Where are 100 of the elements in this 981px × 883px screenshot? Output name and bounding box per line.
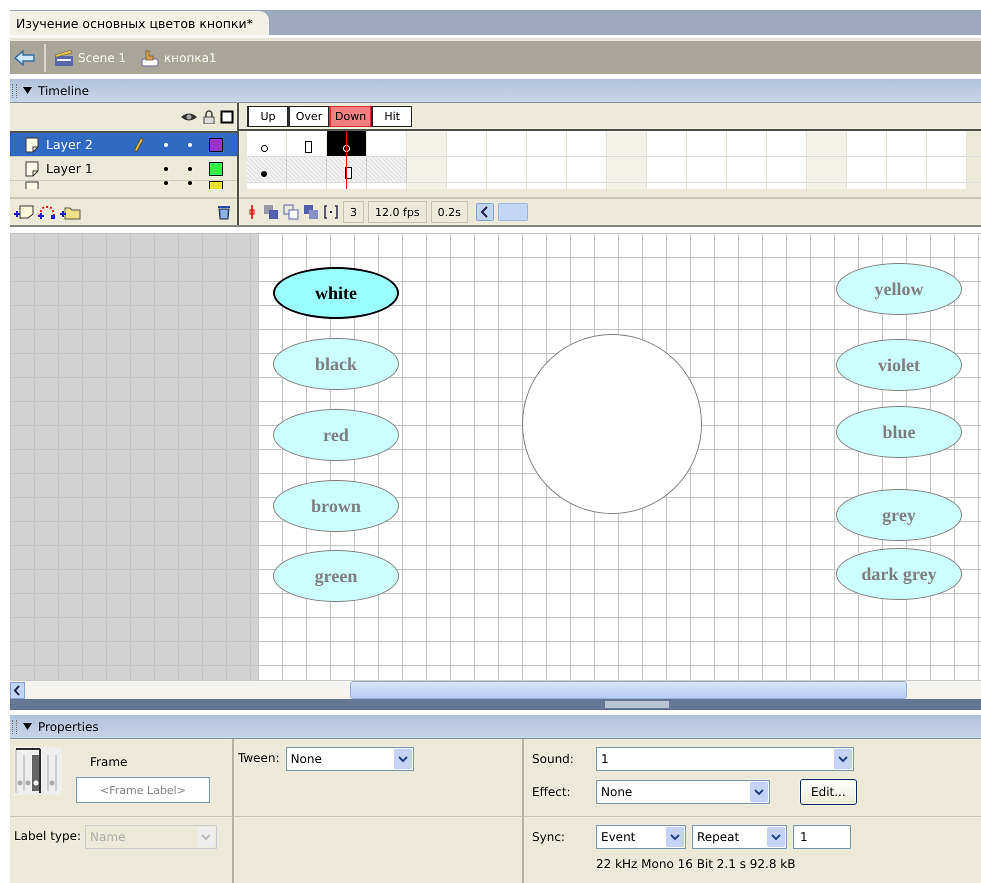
- frame-state-label[interactable]: Hit: [371, 106, 412, 126]
- frame-cell[interactable]: [887, 157, 927, 182]
- layer-name: Layer 1: [46, 161, 94, 176]
- frame-cell[interactable]: [807, 131, 847, 156]
- frame-heading: Frame: [89, 755, 128, 769]
- outline-square-icon[interactable]: [220, 110, 234, 124]
- frame-cell[interactable]: [287, 157, 327, 182]
- keyframe-icon: [261, 171, 267, 177]
- frame-cell[interactable]: [687, 131, 727, 156]
- loop-dropdown[interactable]: Repeat: [692, 825, 787, 849]
- frame-cell[interactable]: [767, 157, 807, 182]
- frame-cell[interactable]: [487, 131, 527, 156]
- trash-icon[interactable]: [217, 204, 231, 220]
- visible-dot-icon[interactable]: [164, 166, 168, 170]
- edit-button[interactable]: Edit...: [800, 779, 857, 805]
- frame-cell[interactable]: [567, 131, 607, 156]
- frame-cell[interactable]: [327, 131, 367, 156]
- frame-cell[interactable]: [527, 131, 567, 156]
- expand-triangle-icon[interactable]: [23, 722, 32, 731]
- frame-cell[interactable]: [727, 157, 767, 182]
- frame-cell[interactable]: [927, 131, 967, 156]
- frame-cell[interactable]: [407, 131, 447, 156]
- timeline-panel-title[interactable]: Timeline: [38, 84, 90, 98]
- back-arrow-icon[interactable]: [14, 50, 36, 66]
- layer-color-swatch[interactable]: [209, 138, 223, 152]
- add-motion-guide-icon[interactable]: [37, 204, 57, 220]
- frame-cell[interactable]: [727, 131, 767, 156]
- frame-cell[interactable]: [847, 131, 887, 156]
- frame-cell[interactable]: [527, 157, 567, 182]
- layer-icon: [24, 136, 40, 152]
- unlocked-dot-icon[interactable]: [188, 181, 192, 185]
- frame-cell[interactable]: [607, 157, 647, 182]
- elapsed-time-field: 0.2s: [430, 201, 468, 223]
- frame-cell[interactable]: [607, 131, 647, 156]
- effect-label: Effect:: [531, 785, 572, 799]
- layer-icon: [24, 160, 40, 176]
- frame-cell[interactable]: [407, 157, 447, 182]
- visible-dot-icon[interactable]: [164, 181, 168, 185]
- frame-cell[interactable]: [647, 157, 687, 182]
- frame-cell[interactable]: [327, 157, 367, 182]
- frame-cell[interactable]: [247, 157, 287, 182]
- edit-multiple-frames-icon[interactable]: [303, 204, 319, 220]
- button-symbol-icon: [140, 48, 160, 66]
- layer-name: Layer 2: [46, 137, 94, 152]
- scroll-thumb[interactable]: [350, 681, 907, 699]
- sound-dropdown[interactable]: 1: [596, 747, 854, 771]
- frame-cell[interactable]: [687, 157, 727, 182]
- frame-cell[interactable]: [447, 157, 487, 182]
- frame-cell[interactable]: [647, 131, 687, 156]
- expand-triangle-icon[interactable]: [23, 86, 32, 95]
- scroll-left-icon[interactable]: [10, 682, 25, 698]
- stage-scrollbar[interactable]: [10, 680, 981, 699]
- effect-dropdown[interactable]: None: [596, 780, 770, 804]
- frame-cell[interactable]: [287, 131, 327, 156]
- frame-cell[interactable]: [247, 131, 287, 156]
- frame-cell[interactable]: [367, 157, 407, 182]
- frame-cell[interactable]: [567, 157, 607, 182]
- frame-cell[interactable]: [487, 157, 527, 182]
- onion-outline-icon[interactable]: [283, 204, 299, 220]
- properties-panel-title[interactable]: Properties: [38, 720, 99, 734]
- frame-cell[interactable]: [887, 131, 927, 156]
- sound-label: Sound:: [531, 752, 575, 766]
- visible-dot-icon[interactable]: [164, 142, 168, 146]
- tween-dropdown[interactable]: None: [286, 747, 414, 771]
- eye-icon[interactable]: [180, 112, 198, 122]
- clapperboard-icon: [54, 48, 74, 66]
- frame-cell[interactable]: [807, 157, 847, 182]
- frame-cell[interactable]: [367, 131, 407, 156]
- sync-dropdown[interactable]: Event: [596, 825, 686, 849]
- frame-cell[interactable]: [847, 157, 887, 182]
- collapse-handle[interactable]: [605, 701, 669, 708]
- document-tab[interactable]: Изучение основных цветов кнопки*: [10, 11, 269, 35]
- empty-keyframe-icon: [261, 145, 268, 152]
- frame-cell[interactable]: [767, 131, 807, 156]
- onion-skin-icon[interactable]: [263, 204, 279, 220]
- current-frame-field: 3: [343, 201, 364, 223]
- frame-end-icon: [305, 141, 312, 153]
- frame-cell[interactable]: [927, 157, 967, 182]
- frame-state-label[interactable]: Up: [247, 106, 288, 126]
- lock-icon[interactable]: [203, 110, 215, 124]
- layer-color-swatch[interactable]: [209, 162, 223, 176]
- frame-rate-field[interactable]: 12.0 fps: [368, 201, 427, 223]
- sound-info-text: 22 kHz Mono 16 Bit 2.1 s 92.8 kB: [595, 857, 796, 871]
- repeat-count-field[interactable]: 1: [793, 825, 851, 849]
- unlocked-dot-icon[interactable]: [188, 166, 192, 170]
- layer-row[interactable]: Layer 2: [10, 133, 237, 157]
- tween-label: Tween:: [238, 750, 280, 767]
- sync-label: Sync:: [531, 830, 566, 844]
- frame-cell[interactable]: [447, 131, 487, 156]
- frame-label-field[interactable]: <Frame Label>: [76, 777, 210, 803]
- frame-state-label[interactable]: Down: [329, 106, 372, 126]
- onion-markers-icon[interactable]: [323, 204, 339, 220]
- scroll-thumb[interactable]: [498, 203, 528, 221]
- label-type-label: Label type:: [14, 828, 82, 843]
- frame-state-label[interactable]: Over: [288, 106, 329, 126]
- scroll-left-icon[interactable]: [476, 203, 494, 221]
- unlocked-dot-icon[interactable]: [188, 142, 192, 146]
- frame-thumbnail-icon: [14, 747, 62, 795]
- layer-row[interactable]: Layer 1: [10, 157, 237, 181]
- add-layer-icon[interactable]: [13, 204, 35, 220]
